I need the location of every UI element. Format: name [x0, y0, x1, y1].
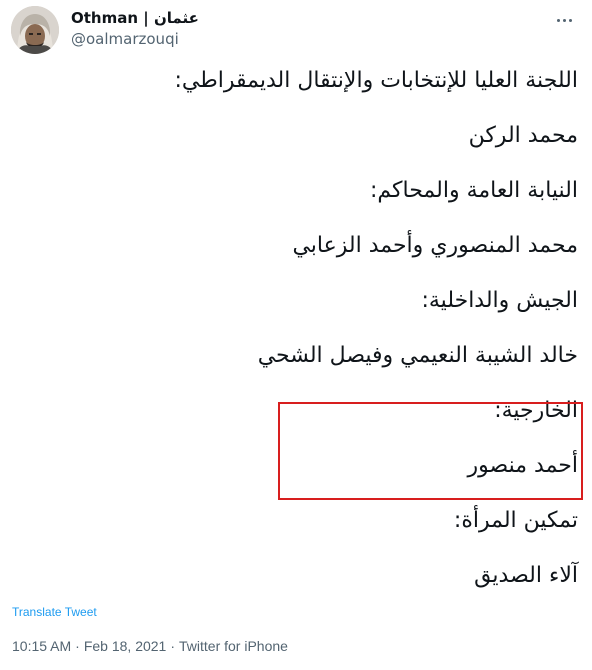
tweet-line-women-name: آلاء الصديق [474, 563, 578, 588]
author-info: Othman | عثمان @oalmarzouqi [71, 8, 199, 49]
meta-separator: · [75, 638, 80, 654]
tweet-metadata: 10:15 AM · Feb 18, 2021 · Twitter for iPhone [12, 638, 288, 654]
tweet-line-women: تمكين المرأة: [453, 508, 578, 533]
tweet-source[interactable]: Twitter for iPhone [179, 638, 288, 654]
tweet-line-army-names: خالد الشيبة النعيمي وفيصل الشحي [257, 343, 578, 368]
tweet-line-army: الجيش والداخلية: [421, 288, 578, 313]
tweet-line-committee: اللجنة العليا للإنتخابات والإنتقال الديم… [174, 68, 579, 93]
tweet-card: Othman | عثمان @oalmarzouqi اللجنة العلي… [0, 0, 592, 670]
tweet-line-prosecution: النيابة العامة والمحاكم: [369, 178, 578, 203]
tweet-time[interactable]: 10:15 AM [12, 638, 71, 654]
author-display-name[interactable]: Othman | عثمان [71, 8, 199, 28]
meta-separator: · [170, 638, 176, 654]
tweet-line-prosecution-names: محمد المنصوري وأحمد الزعابي [292, 233, 578, 258]
avatar[interactable] [11, 6, 59, 54]
tweet-text: اللجنة العليا للإنتخابات والإنتقال الديم… [18, 66, 579, 616]
tweet-line-committee-name: محمد الركن [468, 123, 578, 148]
highlight-box [278, 402, 583, 500]
author-handle[interactable]: @oalmarzouqi [71, 29, 199, 49]
avatar-photo-icon [11, 6, 59, 54]
translate-tweet-link[interactable]: Translate Tweet [12, 605, 97, 619]
tweet-date[interactable]: Feb 18, 2021 [84, 638, 167, 654]
more-horizontal-icon [555, 18, 573, 22]
more-options-button[interactable] [552, 10, 576, 30]
